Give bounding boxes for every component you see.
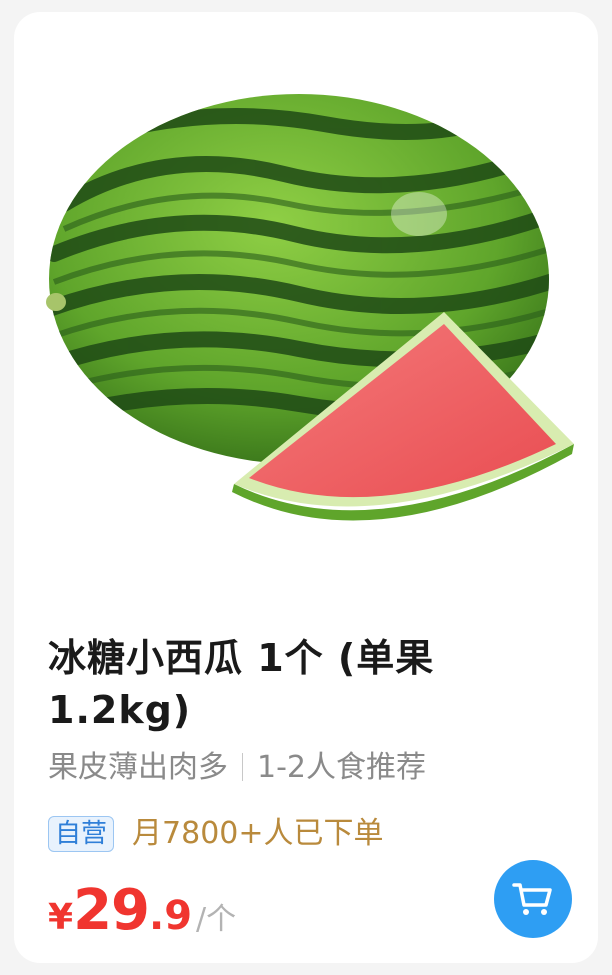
cart-icon xyxy=(512,883,552,915)
self-operated-badge: 自营 xyxy=(48,816,115,852)
feature-serving: 1-2人食推荐 xyxy=(257,750,426,785)
price: ¥ 29 .9 /个 xyxy=(48,878,236,943)
price-unit: /个 xyxy=(196,902,237,937)
product-title[interactable]: 冰糖小西瓜 1个 (单果1.2kg) xyxy=(48,632,568,736)
tag-row: 自营 月7800+人已下单 xyxy=(48,814,384,854)
add-to-cart-button[interactable] xyxy=(494,860,572,938)
product-card[interactable]: 冰糖小西瓜 1个 (单果1.2kg) 果皮薄出肉多 1-2人食推荐 自营 月780… xyxy=(14,12,598,963)
feature-thin-rind: 果皮薄出肉多 xyxy=(48,750,228,785)
feature-divider xyxy=(242,753,243,781)
monthly-sales: 月7800+人已下单 xyxy=(132,816,384,851)
price-decimal: .9 xyxy=(149,893,193,939)
price-currency: ¥ xyxy=(48,897,74,938)
product-features: 果皮薄出肉多 1-2人食推荐 xyxy=(48,748,426,788)
price-integer: 29 xyxy=(73,878,150,943)
watermelon-image[interactable] xyxy=(44,84,584,554)
